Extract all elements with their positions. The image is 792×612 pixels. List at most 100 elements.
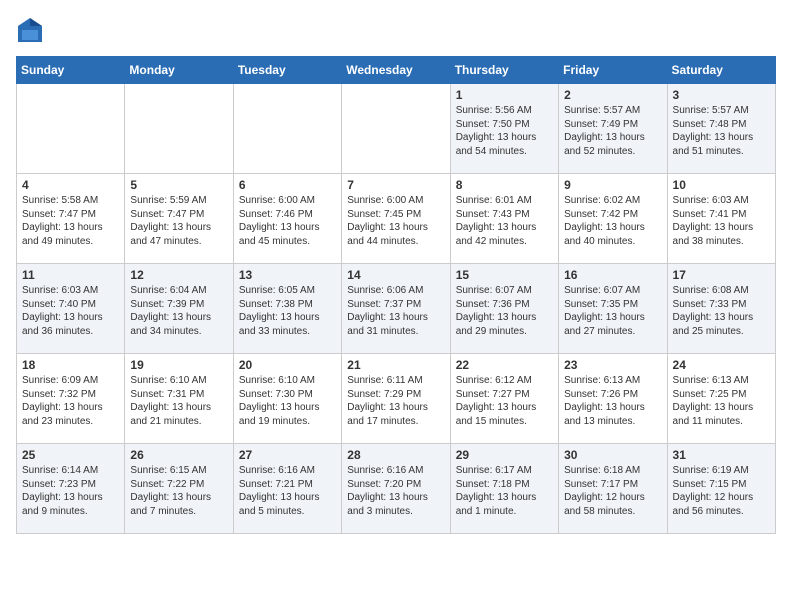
sunset-text: Sunset: 7:30 PM (239, 388, 336, 402)
week-row-5: 25 Sunrise: 6:14 AM Sunset: 7:23 PM Dayl… (17, 444, 776, 534)
sunset-text: Sunset: 7:21 PM (239, 478, 336, 492)
day-number: 10 (673, 178, 770, 192)
daylight-text: Daylight: 13 hours and 38 minutes. (673, 221, 770, 248)
sunrise-text: Sunrise: 6:16 AM (347, 464, 444, 478)
sunrise-text: Sunrise: 6:07 AM (456, 284, 553, 298)
sunrise-text: Sunrise: 6:19 AM (673, 464, 770, 478)
sunset-text: Sunset: 7:46 PM (239, 208, 336, 222)
sunset-text: Sunset: 7:39 PM (130, 298, 227, 312)
sunset-text: Sunset: 7:25 PM (673, 388, 770, 402)
sunset-text: Sunset: 7:49 PM (564, 118, 661, 132)
sunrise-text: Sunrise: 6:15 AM (130, 464, 227, 478)
sunset-text: Sunset: 7:50 PM (456, 118, 553, 132)
sunset-text: Sunset: 7:47 PM (130, 208, 227, 222)
sunset-text: Sunset: 7:31 PM (130, 388, 227, 402)
daylight-text: Daylight: 13 hours and 17 minutes. (347, 401, 444, 428)
table-cell: 14 Sunrise: 6:06 AM Sunset: 7:37 PM Dayl… (342, 264, 450, 354)
day-number: 31 (673, 448, 770, 462)
table-cell: 19 Sunrise: 6:10 AM Sunset: 7:31 PM Dayl… (125, 354, 233, 444)
day-number: 17 (673, 268, 770, 282)
weekday-header-sunday: Sunday (17, 57, 125, 84)
table-cell: 18 Sunrise: 6:09 AM Sunset: 7:32 PM Dayl… (17, 354, 125, 444)
day-number: 4 (22, 178, 119, 192)
table-cell: 31 Sunrise: 6:19 AM Sunset: 7:15 PM Dayl… (667, 444, 775, 534)
logo (16, 16, 48, 44)
table-cell: 6 Sunrise: 6:00 AM Sunset: 7:46 PM Dayli… (233, 174, 341, 264)
table-cell (17, 84, 125, 174)
sunrise-text: Sunrise: 6:09 AM (22, 374, 119, 388)
daylight-text: Daylight: 13 hours and 25 minutes. (673, 311, 770, 338)
sunset-text: Sunset: 7:40 PM (22, 298, 119, 312)
weekday-header-friday: Friday (559, 57, 667, 84)
sunrise-text: Sunrise: 6:12 AM (456, 374, 553, 388)
table-cell: 3 Sunrise: 5:57 AM Sunset: 7:48 PM Dayli… (667, 84, 775, 174)
sunrise-text: Sunrise: 5:59 AM (130, 194, 227, 208)
week-row-3: 11 Sunrise: 6:03 AM Sunset: 7:40 PM Dayl… (17, 264, 776, 354)
day-number: 23 (564, 358, 661, 372)
week-row-4: 18 Sunrise: 6:09 AM Sunset: 7:32 PM Dayl… (17, 354, 776, 444)
day-number: 20 (239, 358, 336, 372)
sunset-text: Sunset: 7:45 PM (347, 208, 444, 222)
table-cell: 29 Sunrise: 6:17 AM Sunset: 7:18 PM Dayl… (450, 444, 558, 534)
sunset-text: Sunset: 7:48 PM (673, 118, 770, 132)
daylight-text: Daylight: 13 hours and 33 minutes. (239, 311, 336, 338)
daylight-text: Daylight: 13 hours and 44 minutes. (347, 221, 444, 248)
sunset-text: Sunset: 7:29 PM (347, 388, 444, 402)
daylight-text: Daylight: 13 hours and 9 minutes. (22, 491, 119, 518)
daylight-text: Daylight: 13 hours and 7 minutes. (130, 491, 227, 518)
table-cell: 17 Sunrise: 6:08 AM Sunset: 7:33 PM Dayl… (667, 264, 775, 354)
sunset-text: Sunset: 7:33 PM (673, 298, 770, 312)
sunrise-text: Sunrise: 6:16 AM (239, 464, 336, 478)
sunset-text: Sunset: 7:35 PM (564, 298, 661, 312)
sunrise-text: Sunrise: 6:10 AM (239, 374, 336, 388)
daylight-text: Daylight: 13 hours and 5 minutes. (239, 491, 336, 518)
logo-icon (16, 16, 44, 44)
table-cell: 16 Sunrise: 6:07 AM Sunset: 7:35 PM Dayl… (559, 264, 667, 354)
daylight-text: Daylight: 13 hours and 36 minutes. (22, 311, 119, 338)
table-cell: 15 Sunrise: 6:07 AM Sunset: 7:36 PM Dayl… (450, 264, 558, 354)
daylight-text: Daylight: 13 hours and 31 minutes. (347, 311, 444, 338)
day-number: 18 (22, 358, 119, 372)
day-number: 26 (130, 448, 227, 462)
sunrise-text: Sunrise: 6:10 AM (130, 374, 227, 388)
weekday-header-row: SundayMondayTuesdayWednesdayThursdayFrid… (17, 57, 776, 84)
table-cell (125, 84, 233, 174)
table-cell: 22 Sunrise: 6:12 AM Sunset: 7:27 PM Dayl… (450, 354, 558, 444)
sunrise-text: Sunrise: 6:01 AM (456, 194, 553, 208)
day-number: 7 (347, 178, 444, 192)
sunset-text: Sunset: 7:22 PM (130, 478, 227, 492)
sunrise-text: Sunrise: 6:04 AM (130, 284, 227, 298)
daylight-text: Daylight: 13 hours and 52 minutes. (564, 131, 661, 158)
day-number: 8 (456, 178, 553, 192)
table-cell: 9 Sunrise: 6:02 AM Sunset: 7:42 PM Dayli… (559, 174, 667, 264)
table-cell: 12 Sunrise: 6:04 AM Sunset: 7:39 PM Dayl… (125, 264, 233, 354)
day-number: 16 (564, 268, 661, 282)
daylight-text: Daylight: 12 hours and 56 minutes. (673, 491, 770, 518)
daylight-text: Daylight: 13 hours and 29 minutes. (456, 311, 553, 338)
daylight-text: Daylight: 13 hours and 54 minutes. (456, 131, 553, 158)
day-number: 24 (673, 358, 770, 372)
sunset-text: Sunset: 7:43 PM (456, 208, 553, 222)
sunrise-text: Sunrise: 6:17 AM (456, 464, 553, 478)
table-cell: 10 Sunrise: 6:03 AM Sunset: 7:41 PM Dayl… (667, 174, 775, 264)
day-number: 13 (239, 268, 336, 282)
week-row-1: 1 Sunrise: 5:56 AM Sunset: 7:50 PM Dayli… (17, 84, 776, 174)
day-number: 12 (130, 268, 227, 282)
table-cell: 27 Sunrise: 6:16 AM Sunset: 7:21 PM Dayl… (233, 444, 341, 534)
daylight-text: Daylight: 13 hours and 47 minutes. (130, 221, 227, 248)
day-number: 9 (564, 178, 661, 192)
daylight-text: Daylight: 13 hours and 42 minutes. (456, 221, 553, 248)
table-cell: 8 Sunrise: 6:01 AM Sunset: 7:43 PM Dayli… (450, 174, 558, 264)
table-cell: 13 Sunrise: 6:05 AM Sunset: 7:38 PM Dayl… (233, 264, 341, 354)
sunrise-text: Sunrise: 6:14 AM (22, 464, 119, 478)
sunrise-text: Sunrise: 6:13 AM (564, 374, 661, 388)
daylight-text: Daylight: 13 hours and 1 minute. (456, 491, 553, 518)
week-row-2: 4 Sunrise: 5:58 AM Sunset: 7:47 PM Dayli… (17, 174, 776, 264)
sunrise-text: Sunrise: 6:11 AM (347, 374, 444, 388)
table-cell (342, 84, 450, 174)
table-cell: 24 Sunrise: 6:13 AM Sunset: 7:25 PM Dayl… (667, 354, 775, 444)
sunset-text: Sunset: 7:42 PM (564, 208, 661, 222)
calendar-table: SundayMondayTuesdayWednesdayThursdayFrid… (16, 56, 776, 534)
sunset-text: Sunset: 7:37 PM (347, 298, 444, 312)
table-cell: 30 Sunrise: 6:18 AM Sunset: 7:17 PM Dayl… (559, 444, 667, 534)
